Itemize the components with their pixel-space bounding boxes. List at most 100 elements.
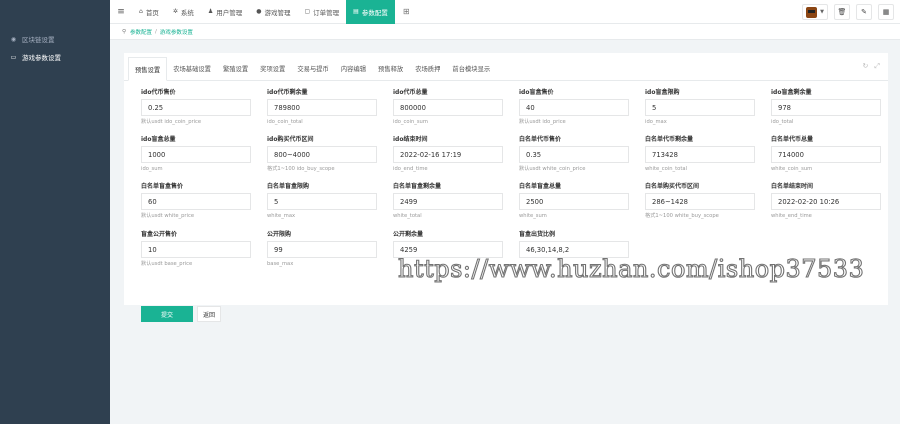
form-field: ido代币剩余量 789800 ido_coin_total (267, 89, 377, 126)
field-label: 白名单代币售价 (519, 136, 562, 143)
field-label: 白名单结束时间 (771, 183, 814, 190)
field-hint: ido_coin_sum (393, 119, 428, 125)
list-icon: ▤ (353, 8, 359, 15)
field-input[interactable]: 0.35 (519, 146, 629, 163)
sidebar-item-label: 游戏参数设置 (22, 54, 61, 62)
presale-form: ido代币售价 0.25 默认usdt ido_coin_price ido代币… (124, 81, 888, 322)
field-label: 公开限购 (267, 231, 292, 238)
field-label: 白名单盲盒限购 (267, 183, 310, 190)
form-field: ido购买代币区间 800~4000 格式1~100 ido_buy_scope (267, 136, 377, 173)
nav-param-config[interactable]: ▤ 参数配置 (346, 0, 395, 24)
layout-icon[interactable]: ▦ (878, 4, 894, 20)
form-field: 白名单盲盒总量 2500 white_sum (519, 183, 629, 220)
nav-label: 用户管理 (216, 8, 243, 17)
tab-presale-release[interactable]: 预售释放 (372, 56, 409, 80)
tab-presale[interactable]: 预售设置 (128, 57, 168, 81)
tab-farm-basic[interactable]: 农场基础设置 (167, 56, 217, 80)
field-input[interactable]: 714000 (771, 146, 881, 163)
breadcrumb-item[interactable]: 游戏参数设置 (160, 28, 193, 36)
gear-icon: ✲ (172, 8, 178, 15)
field-hint: 默认usdt white_price (141, 213, 195, 219)
field-input[interactable]: 2500 (519, 193, 629, 210)
breadcrumb-separator: / (155, 28, 157, 35)
field-label: 盲盒公开售价 (141, 231, 178, 238)
nav-order-management[interactable]: ▢ 订单管理 (297, 0, 346, 24)
field-input[interactable]: 800~4000 (267, 146, 377, 163)
top-navbar: ≡ ⌂ 首页 ✲ 系统 ♟ 用户管理 ● 游戏管理 ▢ 订单管理 ▤ 参数配置 … (110, 0, 900, 24)
form-field: 白名单购买代币区间 286~1428 格式1~100 white_buy_sco… (645, 183, 755, 220)
form-field: 公开限购 99 base_max (267, 231, 377, 268)
nav-home[interactable]: ⌂ 首页 (132, 0, 166, 24)
tab-rewards[interactable]: 奖项设置 (254, 56, 291, 80)
form-field: ido盲盒售价 40 默认usdt ido_price (519, 89, 629, 126)
tab-content-edit[interactable]: 内容编辑 (335, 56, 372, 80)
field-label: 白名单盲盒总量 (519, 183, 562, 190)
trash-icon[interactable]: 🗑 (834, 4, 850, 20)
field-input[interactable]: 286~1428 (645, 193, 755, 210)
field-label: 盲盒出货比例 (519, 231, 556, 238)
submit-button[interactable]: 提交 (141, 306, 193, 322)
field-hint: ido_sum (141, 166, 163, 172)
field-label: ido代币剩余量 (267, 89, 308, 96)
field-input[interactable]: 0.25 (141, 99, 251, 116)
avatar (806, 6, 818, 18)
field-input[interactable]: 713428 (645, 146, 755, 163)
field-input[interactable]: 789800 (267, 99, 377, 116)
grid-icon[interactable]: ⊞ (395, 7, 418, 16)
field-label: 白名单盲盒剩余量 (393, 183, 442, 190)
field-input[interactable]: 5 (645, 99, 755, 116)
nav-label: 游戏管理 (264, 8, 291, 17)
field-input[interactable]: 5 (267, 193, 377, 210)
tab-trade-withdraw[interactable]: 交易与提币 (291, 56, 334, 80)
field-input[interactable]: 2022-02-16 17:19 (393, 146, 503, 163)
tab-bar: 预售设置 农场基础设置 繁殖设置 奖项设置 交易与提币 内容编辑 预售释放 农场… (124, 53, 888, 81)
tab-breeding[interactable]: 繁殖设置 (217, 56, 254, 80)
tab-tools: ↻ ⤢ (863, 62, 880, 71)
location-icon: ⚲ (122, 28, 127, 35)
breadcrumb-item[interactable]: 参数配置 (130, 28, 152, 36)
user-menu[interactable]: ▼ (802, 4, 828, 20)
tab-frontend-modules[interactable]: 前台模块显示 (446, 56, 496, 80)
field-hint: ido_coin_total (267, 119, 303, 125)
field-input[interactable]: 4259 (393, 241, 503, 258)
refresh-icon[interactable]: ↻ (863, 62, 869, 71)
form-field: ido结束时间 2022-02-16 17:19 ido_end_time (393, 136, 503, 173)
field-label: ido代币总量 (393, 89, 428, 96)
field-input[interactable]: 2022-02-20 10:26 (771, 193, 881, 210)
hamburger-icon[interactable]: ≡ (110, 7, 132, 17)
field-label: 白名单代币总量 (771, 136, 814, 143)
form-field: 白名单盲盒售价 60 默认usdt white_price (141, 183, 251, 220)
form-field: ido代币总量 800000 ido_coin_sum (393, 89, 503, 126)
form-field: ido盲盒限购 5 ido_max (645, 89, 755, 126)
field-input[interactable]: 40 (519, 99, 629, 116)
edit-icon[interactable]: ✎ (856, 4, 872, 20)
expand-icon[interactable]: ⤢ (874, 62, 880, 71)
field-input[interactable]: 46,30,14,8,2 (519, 241, 629, 258)
field-hint: white_coin_sum (771, 166, 813, 172)
back-button[interactable]: 返回 (197, 306, 221, 322)
field-input[interactable]: 99 (267, 241, 377, 258)
field-label: 公开剩余量 (393, 231, 424, 238)
field-label: 白名单购买代币区间 (645, 183, 700, 190)
tab-farm-staking[interactable]: 农场质押 (409, 56, 446, 80)
field-label: ido盲盒限购 (645, 89, 680, 96)
form-field: 公开剩余量 4259 (393, 231, 503, 268)
form-field: 盲盒出货比例 46,30,14,8,2 (519, 231, 629, 268)
nav-label: 订单管理 (313, 8, 340, 17)
nav-label: 首页 (145, 8, 159, 17)
field-input[interactable]: 800000 (393, 99, 503, 116)
field-input[interactable]: 60 (141, 193, 251, 210)
gamepad-icon: ● (256, 8, 262, 15)
field-input[interactable]: 2499 (393, 193, 503, 210)
field-input[interactable]: 1000 (141, 146, 251, 163)
nav-system[interactable]: ✲ 系统 (166, 0, 201, 24)
field-input[interactable]: 978 (771, 99, 881, 116)
nav-user-management[interactable]: ♟ 用户管理 (201, 0, 249, 24)
user-icon: ♟ (207, 8, 214, 15)
sidebar-item-blockchain-settings[interactable]: ◉ 区块链设置 (0, 30, 110, 48)
field-input[interactable]: 10 (141, 241, 251, 258)
nav-game-management[interactable]: ● 游戏管理 (249, 0, 297, 24)
sidebar-item-game-params[interactable]: ▭ 游戏参数设置 (0, 48, 110, 66)
field-hint: 默认usdt base_price (141, 261, 193, 267)
topbar-right-tools: ▼ 🗑 ✎ ▦ (802, 4, 894, 20)
